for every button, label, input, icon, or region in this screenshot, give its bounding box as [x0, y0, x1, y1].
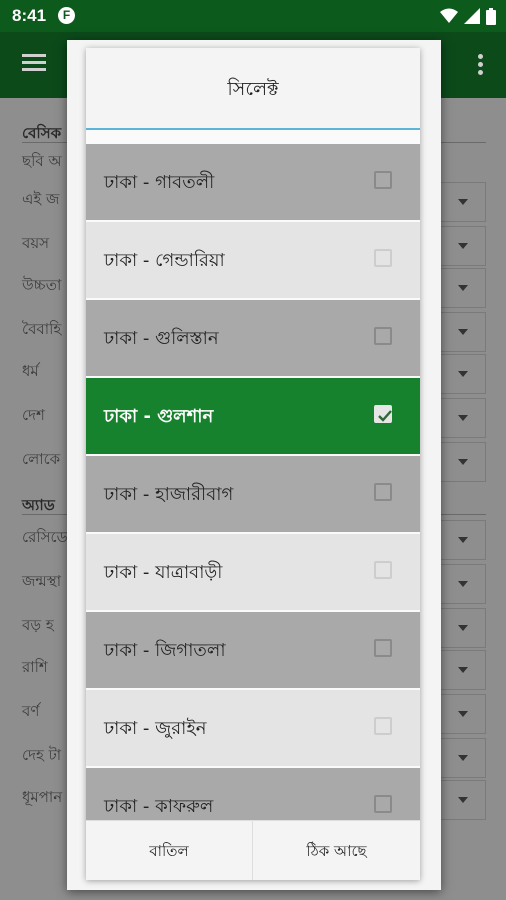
select-dialog: সিলেক্ট ঢাকা - গাবতলী ঢাকা - গেন্ডারিয়া…	[86, 48, 420, 880]
field-label: বড় হ	[22, 616, 54, 634]
field-label: বয়স	[22, 234, 50, 252]
field-label: ধর্ম	[22, 362, 39, 380]
wifi-icon	[440, 8, 458, 23]
field-label: উচ্চতা	[22, 276, 62, 294]
field-label: বৈবাহি	[22, 320, 62, 338]
more-options-icon[interactable]	[478, 54, 484, 78]
field-dropdown[interactable]	[438, 520, 486, 560]
field-dropdown[interactable]	[438, 564, 486, 604]
field-label: রেসিডে	[22, 528, 68, 546]
dropdown-arrow-icon	[458, 711, 468, 717]
field-dropdown[interactable]	[438, 354, 486, 394]
options-list[interactable]: ঢাকা - গাবতলী ঢাকা - গেন্ডারিয়া ঢাকা - …	[86, 144, 420, 820]
dropdown-arrow-icon	[458, 625, 468, 631]
dropdown-arrow-icon	[458, 755, 468, 761]
option-checkbox-checked[interactable]	[374, 405, 392, 423]
field-label: দেশ	[22, 406, 45, 424]
field-label: এই জ	[22, 190, 60, 208]
field-dropdown[interactable]	[438, 442, 486, 482]
field-dropdown[interactable]	[438, 226, 486, 266]
option-item[interactable]: ঢাকা - জিগাতলা	[86, 612, 420, 688]
option-checkbox[interactable]	[374, 483, 392, 501]
dropdown-arrow-icon	[458, 243, 468, 249]
checkmark-icon	[378, 410, 392, 422]
option-item[interactable]: ঢাকা - জুরাইন	[86, 690, 420, 766]
field-label: ধূমপান	[22, 788, 63, 806]
field-dropdown[interactable]	[438, 780, 486, 820]
option-label: ঢাকা - জুরাইন	[104, 718, 207, 739]
option-label: ঢাকা - গেন্ডারিয়া	[104, 250, 225, 271]
option-item[interactable]: ঢাকা - গাবতলী	[86, 144, 420, 220]
section-title-basic: বেসিক	[22, 124, 62, 142]
option-checkbox[interactable]	[374, 561, 392, 579]
option-item[interactable]: ঢাকা - গেন্ডারিয়া	[86, 222, 420, 298]
option-checkbox[interactable]	[374, 327, 392, 345]
battery-icon	[486, 7, 496, 25]
field-label: ছবি অ	[22, 152, 62, 170]
menu-icon[interactable]	[22, 54, 46, 72]
field-dropdown[interactable]	[438, 182, 486, 222]
field-dropdown[interactable]	[438, 650, 486, 690]
dropdown-arrow-icon	[458, 537, 468, 543]
option-label: ঢাকা - যাত্রাবাড়ী	[104, 562, 223, 583]
field-label: রাশি	[22, 658, 48, 676]
dropdown-arrow-icon	[458, 199, 468, 205]
option-item[interactable]: ঢাকা - হাজারীবাগ	[86, 456, 420, 532]
field-dropdown[interactable]	[438, 268, 486, 308]
option-checkbox[interactable]	[374, 717, 392, 735]
dropdown-arrow-icon	[458, 285, 468, 291]
option-checkbox[interactable]	[374, 795, 392, 813]
signal-icon	[464, 8, 480, 24]
option-item[interactable]: ঢাকা - গুলিস্তান	[86, 300, 420, 376]
option-item[interactable]: ঢাকা - কাফরুল	[86, 768, 420, 820]
dropdown-arrow-icon	[458, 415, 468, 421]
field-label: বর্ণ	[22, 702, 40, 720]
field-dropdown[interactable]	[438, 398, 486, 438]
dropdown-arrow-icon	[458, 667, 468, 673]
dropdown-arrow-icon	[458, 371, 468, 377]
option-label: ঢাকা - হাজারীবাগ	[104, 484, 234, 505]
field-label: দেহ টা	[22, 746, 62, 764]
option-checkbox[interactable]	[374, 639, 392, 657]
app-notification-icon: F	[58, 7, 75, 24]
option-checkbox[interactable]	[374, 171, 392, 189]
section-title-additional: অ্যাড	[22, 496, 55, 514]
field-dropdown[interactable]	[438, 312, 486, 352]
field-dropdown[interactable]	[438, 694, 486, 734]
title-divider	[86, 128, 420, 130]
cancel-button[interactable]: বাতিল	[86, 821, 253, 880]
field-dropdown[interactable]	[438, 608, 486, 648]
option-label: ঢাকা - জিগাতলা	[104, 640, 226, 661]
dropdown-arrow-icon	[458, 581, 468, 587]
status-bar: 8:41 F	[0, 0, 506, 32]
dropdown-arrow-icon	[458, 459, 468, 465]
dropdown-arrow-icon	[458, 329, 468, 335]
system-icons	[440, 7, 496, 25]
dialog-footer: বাতিল ঠিক আছে	[86, 820, 420, 880]
option-item-selected[interactable]: ঢাকা - গুলশান	[86, 378, 420, 454]
option-label: ঢাকা - গুলশান	[104, 406, 214, 427]
option-label: ঢাকা - কাফরুল	[104, 796, 214, 817]
dropdown-arrow-icon	[458, 797, 468, 803]
field-label: লোকে	[22, 450, 61, 468]
status-time: 8:41	[12, 6, 47, 25]
field-dropdown[interactable]	[438, 738, 486, 778]
field-label: জন্মস্থা	[22, 572, 62, 590]
option-label: ঢাকা - গুলিস্তান	[104, 328, 219, 349]
dialog-title: সিলেক্ট	[86, 48, 420, 130]
option-item[interactable]: ঢাকা - যাত্রাবাড়ী	[86, 534, 420, 610]
option-label: ঢাকা - গাবতলী	[104, 172, 215, 193]
option-checkbox[interactable]	[374, 249, 392, 267]
ok-button[interactable]: ঠিক আছে	[253, 821, 420, 880]
